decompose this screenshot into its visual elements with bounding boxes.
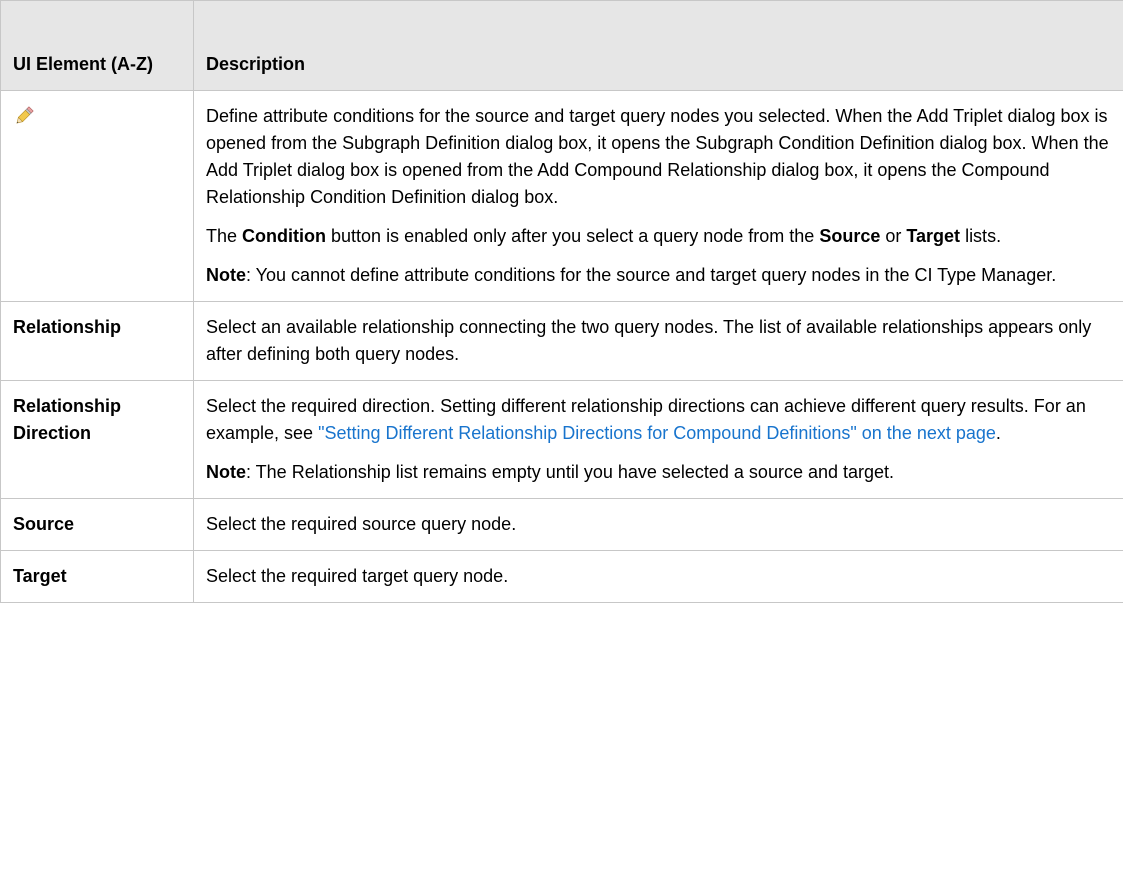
source-description: Select the required source query node. bbox=[193, 498, 1123, 551]
source-label: Source bbox=[0, 498, 194, 551]
relationship-direction-note: Note: The Relationship list remains empt… bbox=[206, 462, 895, 482]
header-ui-element: UI Element (A-Z) bbox=[0, 0, 194, 91]
compound-definitions-link[interactable]: "Setting Different Relationship Directio… bbox=[318, 423, 996, 443]
relationship-direction-label: Relationship Direction bbox=[0, 380, 194, 499]
relationship-direction-description: Select the required direction. Setting d… bbox=[193, 380, 1123, 499]
condition-desc-note: Note: You cannot define attribute condit… bbox=[206, 265, 1057, 285]
table-header-row: UI Element (A-Z) Description bbox=[0, 0, 1123, 91]
table-row-source: Source Select the required source query … bbox=[0, 498, 1123, 551]
pencil-edit-icon bbox=[13, 105, 35, 127]
table-row-relationship: Relationship Select an available relatio… bbox=[0, 301, 1123, 381]
condition-description: Define attribute conditions for the sour… bbox=[193, 90, 1123, 302]
condition-icon-cell bbox=[0, 90, 194, 302]
relationship-direction-paragraph-1: Select the required direction. Setting d… bbox=[206, 396, 1086, 443]
table-row-target: Target Select the required target query … bbox=[0, 550, 1123, 603]
relationship-description: Select an available relationship connect… bbox=[193, 301, 1123, 381]
table-row-condition: Define attribute conditions for the sour… bbox=[0, 90, 1123, 302]
table-row-relationship-direction: Relationship Direction Select the requir… bbox=[0, 380, 1123, 499]
condition-desc-paragraph-2: The Condition button is enabled only aft… bbox=[206, 226, 1002, 246]
target-description: Select the required target query node. bbox=[193, 550, 1123, 603]
condition-desc-paragraph-1: Define attribute conditions for the sour… bbox=[206, 106, 1109, 207]
target-label: Target bbox=[0, 550, 194, 603]
relationship-label: Relationship bbox=[0, 301, 194, 381]
ui-elements-table: UI Element (A-Z) Description Define attr… bbox=[0, 0, 1123, 603]
header-description: Description bbox=[193, 0, 1123, 91]
